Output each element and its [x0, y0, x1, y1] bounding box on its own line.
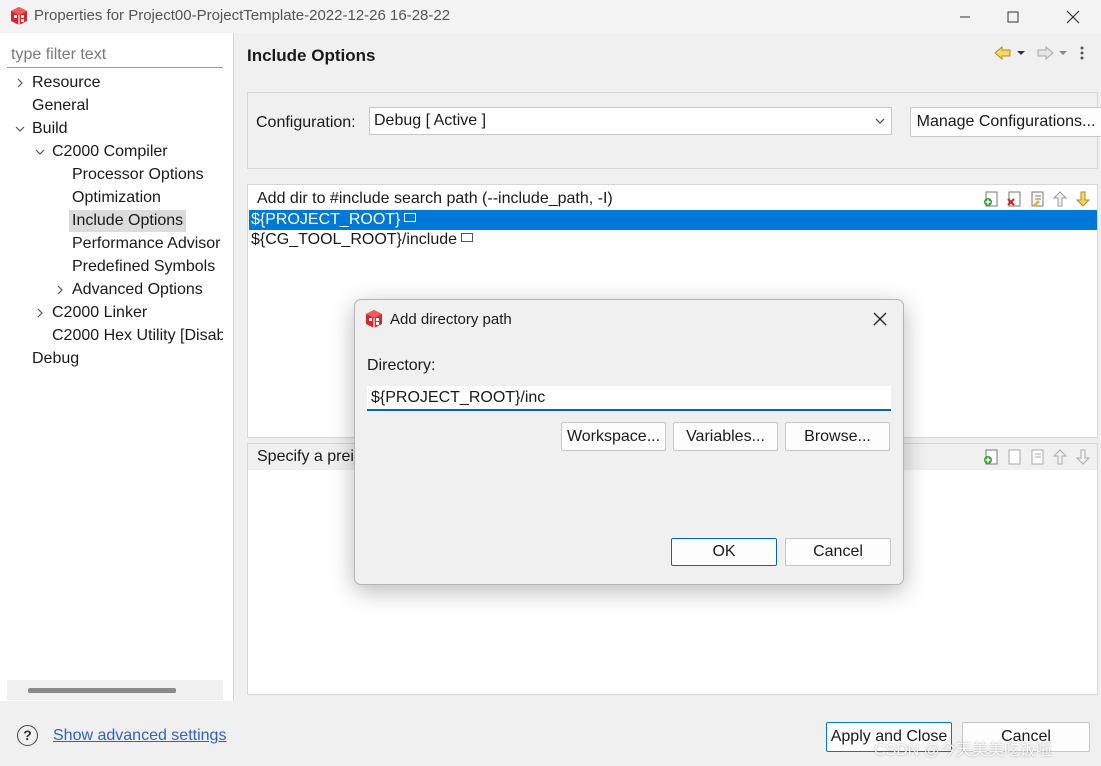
dialog-close-button[interactable] — [867, 306, 893, 332]
chevron-down-icon[interactable] — [1058, 43, 1068, 63]
tree-item-general[interactable]: General — [32, 95, 89, 117]
move-down-icon[interactable] — [1074, 190, 1092, 208]
forward-arrow-icon[interactable] — [1035, 43, 1055, 63]
configuration-select[interactable]: Debug [ Active ] — [369, 107, 892, 135]
browse-button[interactable]: Browse... — [785, 422, 890, 451]
chevron-down-icon[interactable] — [14, 118, 26, 140]
property-tree: Resource General Build C2000 Compiler Pr… — [0, 33, 223, 673]
chevron-down-icon — [873, 108, 887, 134]
tree-item-resource[interactable]: Resource — [32, 72, 100, 94]
edit-item-icon[interactable] — [1028, 448, 1046, 466]
directory-label: Directory: — [367, 357, 436, 374]
chevron-right-icon[interactable] — [54, 279, 66, 301]
move-down-icon[interactable] — [1074, 448, 1092, 466]
maximize-button[interactable] — [990, 0, 1036, 33]
list-item-text: ${CG_TOOL_ROOT}/include — [251, 231, 458, 248]
chevron-down-icon[interactable] — [34, 141, 46, 163]
scrollbar-thumb[interactable] — [28, 688, 176, 693]
minimize-icon — [960, 16, 970, 17]
tree-item-debug[interactable]: Debug — [32, 348, 79, 370]
tree-item-build[interactable]: Build — [32, 118, 68, 140]
configuration-label: Configuration: — [256, 114, 356, 131]
chevron-down-icon[interactable] — [1016, 43, 1026, 63]
edit-item-icon[interactable] — [1028, 190, 1046, 208]
close-icon — [873, 312, 887, 326]
ok-button[interactable]: OK — [671, 538, 777, 566]
more-icon — [461, 233, 474, 243]
more-menu-icon[interactable] — [1077, 43, 1087, 63]
configuration-group: Configuration: Debug [ Active ] Manage C… — [247, 92, 1101, 169]
variables-button[interactable]: Variables... — [673, 422, 778, 451]
window-title: Properties for Project00-ProjectTemplate… — [34, 7, 451, 24]
list-toolbar — [982, 190, 1092, 208]
dialog-title: Add directory path — [390, 311, 512, 328]
back-arrow-icon[interactable] — [993, 43, 1013, 63]
close-icon — [1066, 10, 1080, 23]
tree-item-c2000-hex-utility[interactable]: C2000 Hex Utility [Disabled] — [52, 325, 223, 347]
watermark: CSDN @今天美美吃饭啦 — [874, 742, 1053, 759]
list-toolbar — [982, 448, 1092, 466]
add-directory-dialog: Add directory path Directory: Workspace.… — [354, 299, 904, 585]
list-item[interactable]: ${PROJECT_ROOT} — [249, 210, 1097, 230]
page-title: Include Options — [247, 46, 376, 65]
workspace-button[interactable]: Workspace... — [561, 422, 666, 451]
page-navigation — [993, 43, 1087, 63]
preinclude-header: Specify a prei — [257, 448, 354, 465]
ccs-logo-icon — [11, 7, 27, 25]
tree-item-optimization[interactable]: Optimization — [72, 187, 161, 209]
close-button[interactable] — [1050, 0, 1096, 33]
configuration-value: Debug [ Active ] — [374, 112, 487, 129]
chevron-right-icon[interactable] — [34, 302, 46, 324]
tree-item-include-options[interactable]: Include Options — [69, 210, 187, 232]
property-tree-panel: Resource General Build C2000 Compiler Pr… — [0, 33, 234, 701]
horizontal-scrollbar[interactable] — [7, 680, 223, 700]
maximize-icon — [1007, 11, 1019, 22]
help-icon[interactable]: ? — [17, 725, 38, 746]
list-item[interactable]: ${CG_TOOL_ROOT}/include — [249, 230, 1097, 250]
manage-configurations-button[interactable]: Manage Configurations... — [910, 107, 1101, 137]
delete-item-icon[interactable] — [1005, 190, 1023, 208]
add-item-icon[interactable] — [982, 190, 1000, 208]
ccs-logo-icon — [366, 310, 382, 328]
directory-input[interactable] — [367, 386, 891, 411]
minimize-button[interactable] — [942, 0, 988, 33]
dialog-button-bar: ? Show advanced settings Apply and Close… — [0, 701, 1101, 766]
delete-item-icon[interactable] — [1005, 448, 1023, 466]
move-up-icon[interactable] — [1051, 448, 1069, 466]
more-icon — [404, 213, 417, 223]
include-path-header: Add dir to #include search path (--inclu… — [257, 190, 613, 207]
show-advanced-settings-link[interactable]: Show advanced settings — [53, 727, 226, 745]
tree-item-performance-advisor[interactable]: Performance Advisor — [72, 233, 221, 255]
tree-item-c2000-linker[interactable]: C2000 Linker — [52, 302, 147, 324]
tree-item-processor-options[interactable]: Processor Options — [72, 164, 204, 186]
tree-item-advanced-options[interactable]: Advanced Options — [72, 279, 203, 301]
title-bar: Properties for Project00-ProjectTemplate… — [0, 0, 1101, 33]
list-item-text: ${PROJECT_ROOT} — [251, 211, 401, 228]
move-up-icon[interactable] — [1051, 190, 1069, 208]
dialog-cancel-button[interactable]: Cancel — [785, 538, 891, 566]
add-item-icon[interactable] — [982, 448, 1000, 466]
tree-item-predefined-symbols[interactable]: Predefined Symbols — [72, 256, 215, 278]
chevron-right-icon[interactable] — [14, 72, 26, 94]
tree-item-c2000-compiler[interactable]: C2000 Compiler — [52, 141, 168, 163]
